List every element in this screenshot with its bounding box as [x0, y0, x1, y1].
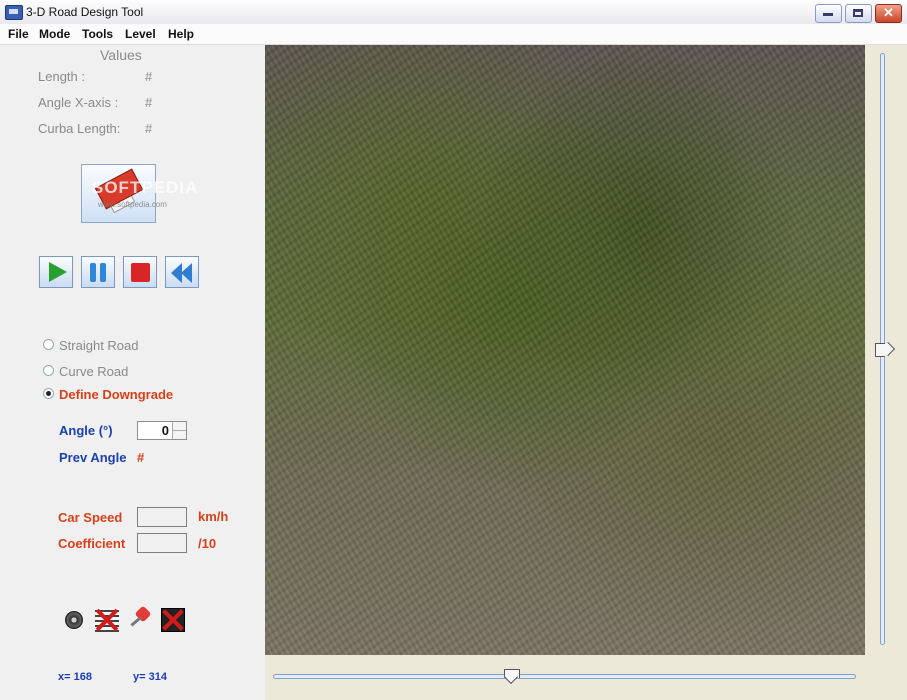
- play-button[interactable]: [39, 256, 73, 288]
- terrain-viewport[interactable]: [265, 45, 865, 655]
- radio-label-curve: Curve Road: [59, 364, 129, 379]
- coefficient-unit: /10: [198, 536, 217, 551]
- spinner-up-icon[interactable]: [172, 422, 186, 431]
- watermark-url: www.softpedia.com: [98, 200, 167, 209]
- close-icon: ✕: [883, 5, 894, 20]
- speaker-icon[interactable]: [63, 608, 87, 632]
- pin-needle: [130, 616, 142, 627]
- control-panel: Values Length : # Angle X-axis : # Curba…: [0, 45, 265, 700]
- maximize-icon: [853, 9, 863, 17]
- y-coordinate: y= 314: [133, 671, 167, 683]
- horizontal-slider-thumb[interactable]: [504, 669, 520, 684]
- radio-circle[interactable]: [43, 365, 54, 376]
- length-label: Length :: [38, 69, 85, 84]
- window-title: 3-D Road Design Tool: [26, 5, 144, 19]
- coefficient-label: Coefficient: [58, 536, 126, 551]
- car-speed-input[interactable]: [137, 507, 187, 527]
- menu-bar: File Mode Tools Level Help: [0, 24, 907, 45]
- radio-label-downgrade: Define Downgrade: [59, 387, 174, 402]
- menu-help[interactable]: Help: [168, 27, 194, 41]
- pin-icon[interactable]: [127, 605, 152, 632]
- play-icon: [49, 262, 67, 282]
- curba-length-label: Curba Length:: [38, 121, 121, 136]
- radio-circle-checked[interactable]: [43, 388, 54, 399]
- angle-spinner-value[interactable]: 0: [162, 423, 169, 438]
- angle-spinner[interactable]: 0: [137, 421, 187, 440]
- radio-circle[interactable]: [43, 339, 54, 350]
- car-speed-unit: km/h: [198, 509, 229, 524]
- maximize-button[interactable]: [845, 4, 872, 23]
- eraser-button[interactable]: SOFTPEDIA www.softpedia.com: [81, 164, 197, 223]
- stop-button[interactable]: [123, 256, 157, 288]
- minimize-button[interactable]: [815, 4, 842, 23]
- watermark-text: SOFTPEDIA: [92, 178, 199, 197]
- close-button[interactable]: ✕: [875, 4, 902, 23]
- spinner-down-icon[interactable]: [172, 431, 186, 439]
- menu-mode[interactable]: Mode: [39, 27, 70, 41]
- terrain-texture: [265, 45, 865, 655]
- angle-x-label: Angle X-axis :: [38, 95, 119, 110]
- coefficient-input[interactable]: [137, 533, 187, 553]
- rewind-button[interactable]: [165, 256, 199, 288]
- menu-file[interactable]: File: [8, 27, 29, 41]
- vertical-slider-thumb[interactable]: [875, 343, 889, 357]
- angle-x-value: #: [145, 95, 153, 110]
- stop-icon: [131, 263, 150, 282]
- x-coordinate: x= 168: [58, 671, 92, 683]
- values-title: Values: [100, 47, 142, 63]
- curba-length-value: #: [145, 121, 153, 136]
- speaker-cone: [65, 611, 83, 629]
- car-speed-label: Car Speed: [58, 510, 123, 525]
- pause-icon: [90, 263, 96, 282]
- radio-label-straight: Straight Road: [59, 338, 139, 353]
- minimize-icon: [823, 13, 833, 16]
- prev-angle-value: #: [137, 450, 145, 465]
- clear-grid-icon[interactable]: [95, 608, 119, 632]
- prev-angle-label: Prev Angle: [59, 450, 127, 465]
- menu-tools[interactable]: Tools: [82, 27, 113, 41]
- rewind-icon-second: [181, 263, 192, 283]
- pause-button[interactable]: [81, 256, 115, 288]
- angle-label: Angle (°): [59, 423, 113, 438]
- title-bar: 3-D Road Design Tool ✕: [0, 0, 907, 25]
- menu-level[interactable]: Level: [125, 27, 156, 41]
- app-icon: [5, 5, 23, 20]
- length-value: #: [145, 69, 153, 84]
- disable-draw-icon[interactable]: [161, 608, 185, 632]
- horizontal-slider-track[interactable]: [273, 674, 856, 679]
